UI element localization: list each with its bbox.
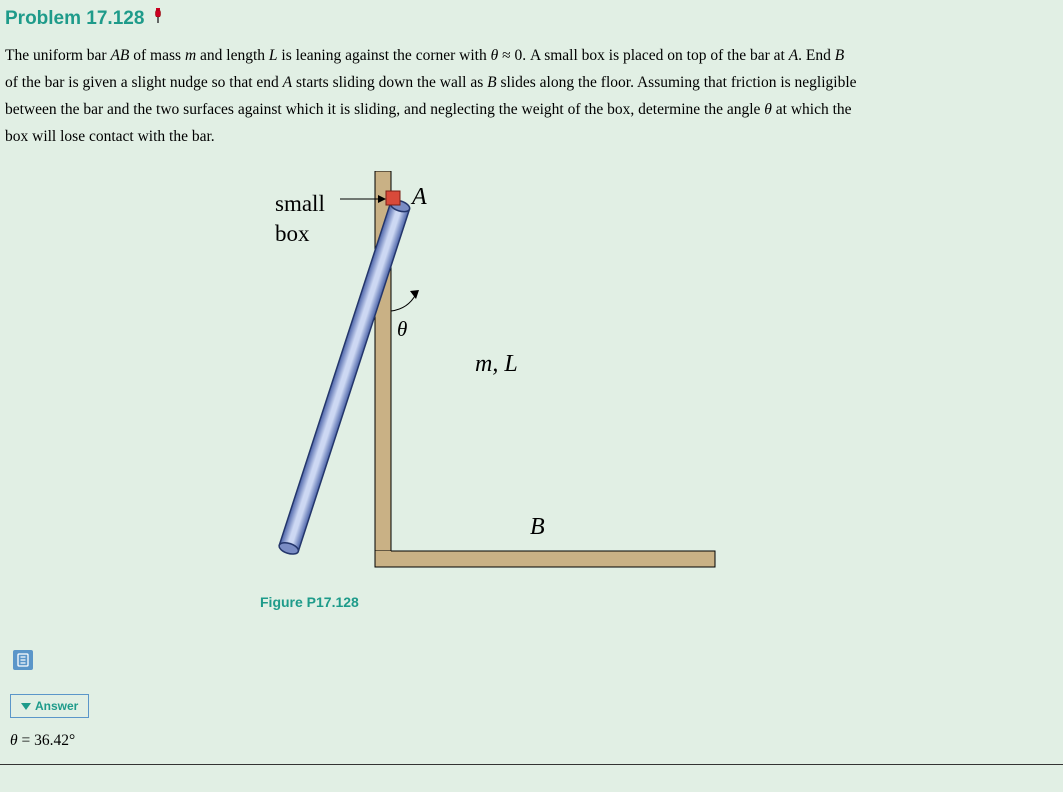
- chevron-down-icon: [21, 703, 31, 710]
- problem-number: Problem 17.128: [5, 8, 144, 29]
- var-A: A: [283, 74, 292, 91]
- var-m: m: [185, 47, 196, 64]
- problem-statement: The uniform bar AB of mass m and length …: [5, 42, 1058, 151]
- var-L: L: [269, 47, 278, 64]
- text: The uniform bar: [5, 47, 110, 64]
- answer-value: θ = 36.42°: [10, 732, 1058, 758]
- floor: [375, 551, 715, 567]
- var-theta: θ: [764, 101, 772, 118]
- text: at which the: [772, 101, 852, 118]
- problem-title: Problem 17.128: [5, 8, 1058, 30]
- label-A: A: [410, 184, 427, 210]
- label-mL: m, L: [475, 351, 518, 377]
- label-B: B: [530, 514, 545, 540]
- angle-arc: [391, 294, 416, 311]
- figure: small box A B θ m, L Figure P17.128: [260, 171, 1058, 610]
- divider: [0, 764, 1063, 765]
- var-theta: θ: [10, 732, 18, 749]
- figure-caption: Figure P17.128: [260, 594, 1058, 610]
- text: of mass: [129, 47, 185, 64]
- var-B: B: [487, 74, 496, 91]
- answer-toggle-label: Answer: [35, 699, 78, 713]
- figure-svg: small box A B θ m, L: [260, 171, 730, 581]
- label-smallbox: small box: [275, 191, 331, 246]
- notes-icon[interactable]: [13, 650, 33, 670]
- var-B: B: [835, 47, 844, 64]
- text: and length: [196, 47, 269, 64]
- text: is leaning against the corner with: [278, 47, 491, 64]
- var-A: A: [789, 47, 798, 64]
- pin-icon: [153, 8, 163, 30]
- text: between the bar and the two surfaces aga…: [5, 101, 764, 118]
- text: . End: [798, 47, 835, 64]
- label-theta: θ: [397, 317, 407, 341]
- text: slides along the floor. Assuming that fr…: [497, 74, 857, 91]
- small-box-icon: [386, 191, 400, 205]
- text: ≈ 0. A small box is placed on top of the…: [498, 47, 788, 64]
- var-AB: AB: [110, 47, 129, 64]
- answer-toggle[interactable]: Answer: [10, 694, 89, 718]
- text: box will lose contact with the bar.: [5, 128, 215, 145]
- arrow-head-icon: [410, 290, 419, 299]
- text: of the bar is given a slight nudge so th…: [5, 74, 283, 91]
- answer-number: = 36.42°: [18, 732, 76, 749]
- text: starts sliding down the wall as: [292, 74, 487, 91]
